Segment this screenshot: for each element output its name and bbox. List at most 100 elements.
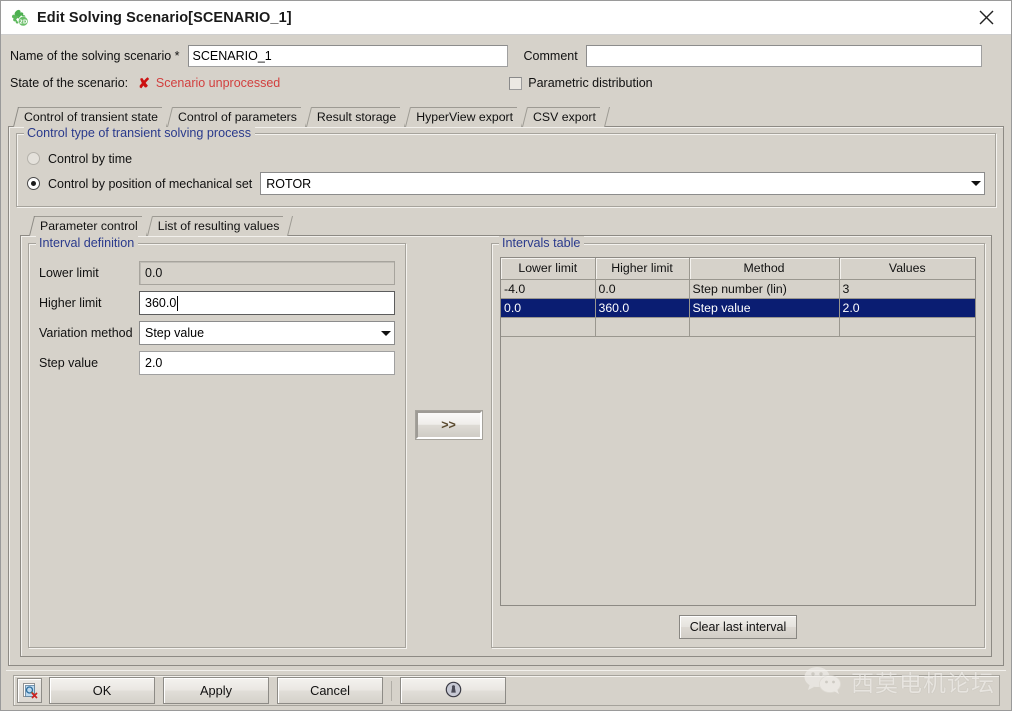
intervals-table-group: Intervals table Lower limit Higher limit… — [491, 236, 985, 648]
scenario-name-label: Name of the solving scenario * — [10, 48, 180, 63]
subtab-label: List of resulting values — [157, 219, 280, 233]
subtab-parameter-control[interactable]: Parameter control — [29, 216, 147, 236]
higher-limit-value: 360.0 — [145, 296, 177, 310]
cell-lower-limit: 0.0 — [501, 298, 596, 318]
step-value-input[interactable]: 2.0 — [139, 351, 395, 375]
chevron-down-icon[interactable] — [967, 173, 984, 194]
higher-limit-input[interactable]: 360.0 — [139, 291, 395, 315]
svg-text:2D: 2D — [19, 20, 28, 26]
cell-lower-limit: -4.0 — [501, 279, 596, 299]
button-bar-inner: OK Apply Cancel — [13, 675, 1000, 706]
apply-button[interactable]: Apply — [163, 677, 269, 704]
header-form: Name of the solving scenario * SCENARIO_… — [6, 39, 1006, 98]
variation-method-label: Variation method — [39, 326, 133, 340]
column-header-method[interactable]: Method — [689, 258, 840, 280]
variation-method-row: Variation method Step value — [39, 318, 395, 348]
subtab-list-of-resulting-values[interactable]: List of resulting values — [146, 216, 289, 236]
interval-definition-group: Interval definition Lower limit 0.0 High… — [28, 236, 406, 648]
parametric-distribution-label: Parametric distribution — [528, 76, 653, 90]
lower-limit-label: Lower limit — [39, 266, 99, 280]
cell-values: 2.0 — [839, 298, 975, 318]
status-badge: Scenario unprocessed — [155, 76, 281, 90]
scenario-state-label: State of the scenario: — [10, 76, 129, 90]
lower-limit-row: Lower limit 0.0 — [39, 258, 395, 288]
control-type-group: Control type of transient solving proces… — [16, 126, 996, 207]
step-value-row: Step value 2.0 — [39, 348, 395, 378]
flux-2d-icon: 2D — [10, 8, 29, 27]
scenario-delete-icon[interactable] — [17, 678, 42, 703]
mechanical-set-value: ROTOR — [266, 176, 312, 191]
tab-label: Control of transient state — [24, 110, 158, 124]
table-row[interactable]: -4.0 0.0 Step number (lin) 3 — [501, 279, 975, 299]
tab-result-storage[interactable]: Result storage — [305, 107, 406, 127]
scenario-name-input[interactable]: SCENARIO_1 — [187, 44, 508, 67]
table-row[interactable] — [501, 317, 975, 337]
parameter-control-panel: Interval definition Lower limit 0.0 High… — [20, 235, 992, 657]
table-row[interactable]: 0.0 360.0 Step value 2.0 — [501, 298, 975, 318]
transfer-column: >> — [406, 243, 491, 648]
variation-method-combo[interactable]: Step value — [139, 321, 395, 345]
tab-label: Control of parameters — [177, 110, 297, 124]
state-row: State of the scenario: ✘ Scenario unproc… — [10, 70, 1003, 96]
window-title: Edit Solving Scenario[SCENARIO_1] — [37, 9, 292, 26]
button-separator — [391, 680, 392, 701]
radio-label: Control by time — [48, 151, 133, 166]
table-header-row: Lower limit Higher limit Method Values — [501, 258, 975, 280]
tab-csv-export[interactable]: CSV export — [522, 107, 605, 127]
interval-definition-group-label: Interval definition — [36, 236, 139, 250]
tab-label: Result storage — [316, 110, 397, 124]
dialog-body: Name of the solving scenario * SCENARIO_… — [1, 35, 1011, 710]
radio-button — [27, 152, 40, 165]
title-bar: 2D Edit Solving Scenario[SCENARIO_1] — [1, 1, 1011, 35]
close-icon[interactable] — [969, 3, 1003, 33]
edit-solving-scenario-window: 2D Edit Solving Scenario[SCENARIO_1] Nam… — [0, 0, 1012, 711]
clear-last-interval-button[interactable]: Clear last interval — [678, 615, 798, 639]
intervals-table-group-label: Intervals table — [499, 236, 585, 250]
step-value-label: Step value — [39, 356, 99, 370]
main-tab-strip: Control of transient state Control of pa… — [13, 106, 1006, 127]
transfer-to-table-button[interactable]: >> — [414, 410, 483, 440]
comment-input[interactable] — [585, 44, 982, 67]
radio-button[interactable] — [27, 177, 40, 190]
dialog-button-bar: OK Apply Cancel — [6, 670, 1006, 710]
ok-button[interactable]: OK — [49, 677, 155, 704]
higher-limit-label: Higher limit — [39, 296, 102, 310]
parametric-distribution-checkbox[interactable]: Parametric distribution — [509, 76, 653, 90]
help-button[interactable] — [400, 677, 506, 704]
intervals-table: Lower limit Higher limit Method Values -… — [501, 258, 975, 337]
cancel-button[interactable]: Cancel — [277, 677, 383, 704]
lower-limit-input: 0.0 — [139, 261, 395, 285]
mechanical-set-combo[interactable]: ROTOR — [260, 172, 985, 195]
variation-method-value: Step value — [145, 326, 205, 340]
sub-tab-strip: Parameter control List of resulting valu… — [29, 216, 996, 236]
cell-higher-limit — [595, 317, 690, 337]
clear-interval-row: Clear last interval — [500, 606, 976, 639]
column-header-lower-limit[interactable]: Lower limit — [501, 258, 596, 280]
tab-control-of-transient-state[interactable]: Control of transient state — [13, 107, 167, 127]
intervals-table-wrapper[interactable]: Lower limit Higher limit Method Values -… — [500, 257, 976, 606]
radio-control-by-position-row: Control by position of mechanical set RO… — [27, 170, 985, 197]
tab-control-of-parameters[interactable]: Control of parameters — [166, 107, 306, 127]
tab-hyperview-export[interactable]: HyperView export — [405, 107, 523, 127]
radio-control-by-time[interactable]: Control by time — [27, 147, 985, 170]
column-header-higher-limit[interactable]: Higher limit — [595, 258, 690, 280]
cell-values: 3 — [839, 279, 975, 299]
cell-higher-limit: 0.0 — [595, 279, 690, 299]
name-comment-row: Name of the solving scenario * SCENARIO_… — [10, 43, 1003, 68]
radio-label[interactable]: Control by position of mechanical set — [48, 177, 252, 191]
table-empty-area — [501, 336, 975, 605]
cell-method: Step number (lin) — [689, 279, 840, 299]
checkbox-box — [509, 76, 523, 90]
cell-higher-limit: 360.0 — [595, 298, 690, 318]
control-type-group-label: Control type of transient solving proces… — [24, 126, 256, 140]
chevron-down-icon[interactable] — [377, 323, 394, 344]
column-header-values[interactable]: Values — [839, 258, 975, 280]
cell-method: Step value — [689, 298, 840, 318]
subtab-label: Parameter control — [40, 219, 138, 233]
text-caret — [177, 295, 179, 311]
error-cross-icon: ✘ — [138, 75, 150, 91]
tab-label: HyperView export — [416, 110, 514, 124]
comment-label: Comment — [523, 48, 578, 63]
higher-limit-row: Higher limit 360.0 — [39, 288, 395, 318]
tab-page-transient-state: Control type of transient solving proces… — [8, 126, 1004, 666]
